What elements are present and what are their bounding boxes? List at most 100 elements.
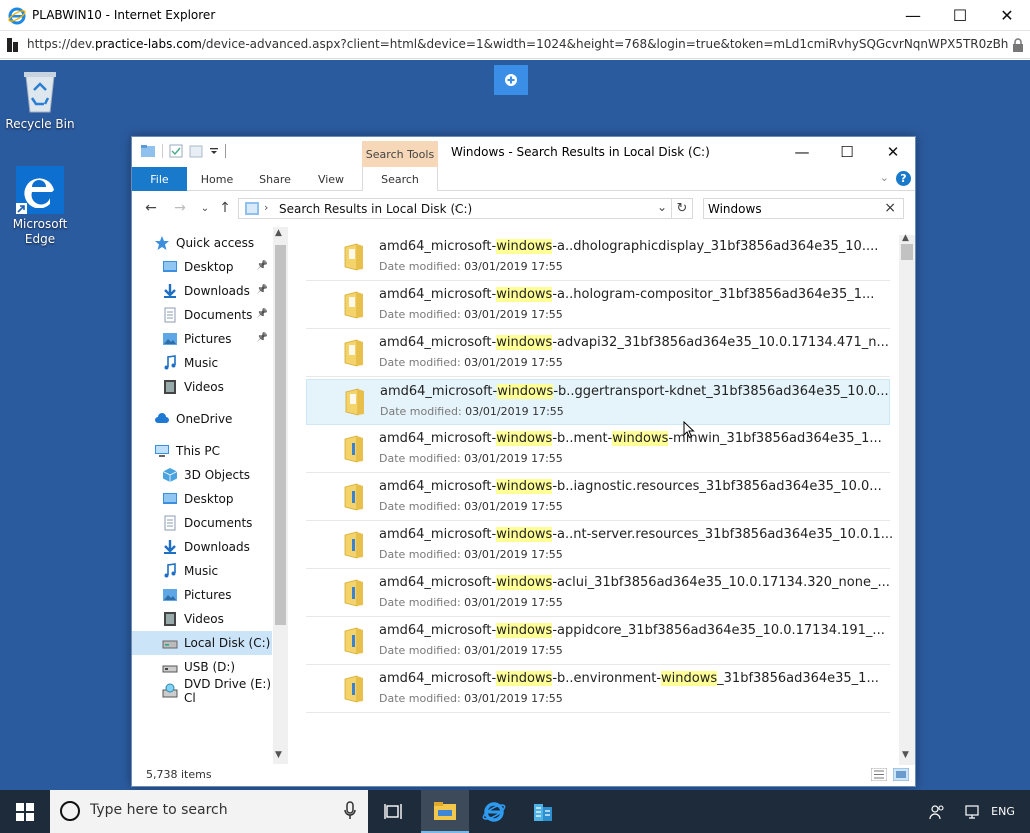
breadcrumb-location[interactable]: Search Results in Local Disk (C:) [279, 202, 472, 216]
tab-share[interactable]: Share [248, 167, 302, 191]
file-row[interactable]: amd64_microsoft-windows-a..nt-server.res… [306, 523, 892, 569]
taskbar-server-manager[interactable] [519, 790, 567, 833]
sidebar-item-local-disk-c[interactable]: Local Disk (C:) [132, 631, 272, 655]
sidebar-item-pictures[interactable]: Pictures 📌 [132, 327, 272, 351]
sidebar-item-documents[interactable]: Documents [132, 511, 272, 535]
microphone-icon[interactable] [344, 801, 356, 821]
file-row[interactable]: amd64_microsoft-windows-b..environment-w… [306, 667, 890, 713]
refresh-icon[interactable]: ↻ [672, 198, 693, 219]
large-icons-view-icon[interactable] [893, 768, 909, 781]
folder-icon [344, 243, 363, 271]
network-button[interactable] [958, 790, 988, 833]
tab-file[interactable]: File [132, 167, 187, 191]
file-list-scrollbar[interactable] [899, 235, 915, 765]
language-indicator[interactable]: ENG [988, 790, 1018, 833]
task-view-button[interactable] [370, 790, 418, 833]
customize-dropdown-icon[interactable] [209, 144, 219, 158]
details-view-icon[interactable] [871, 768, 887, 781]
file-list-scrollbar-thumb[interactable] [901, 244, 913, 260]
download-icon [162, 283, 178, 299]
expand-ribbon-icon[interactable]: ⌄ [880, 171, 889, 184]
ribbon-tabs: File Home Share View Search ⌄ ? [132, 167, 915, 191]
maximize-button[interactable]: ☐ [937, 0, 983, 31]
recent-locations-icon[interactable]: ⌄ [194, 198, 216, 218]
pin-icon[interactable]: 📌 [257, 261, 268, 271]
scroll-down-icon[interactable]: ▼ [275, 750, 282, 760]
sidebar-item-quick-access[interactable]: Quick access [132, 231, 272, 255]
desktop-icon-edge[interactable]: Microsoft Edge [0, 166, 80, 247]
sidebar-item-desktop[interactable]: Desktop [132, 487, 272, 511]
server-manager-icon [534, 803, 552, 821]
pin-icon[interactable]: 📌 [257, 333, 268, 343]
explorer-minimize-button[interactable]: — [779, 137, 825, 167]
folder-icon [344, 339, 363, 367]
folder-icon[interactable] [140, 144, 156, 158]
scroll-up-icon[interactable]: ▲ [275, 228, 282, 238]
tab-view[interactable]: View [305, 167, 357, 191]
search-results-icon [245, 202, 259, 215]
tab-search[interactable]: Search [362, 167, 438, 191]
people-button[interactable] [922, 790, 952, 833]
sidebar-item-pictures[interactable]: Pictures [132, 583, 272, 607]
tab-home[interactable]: Home [190, 167, 244, 191]
lock-icon[interactable] [1012, 38, 1024, 52]
sidebar-item-downloads[interactable]: Downloads [132, 535, 272, 559]
navigation-scrollbar-thumb[interactable] [275, 245, 286, 625]
date-modified-value: 03/01/2019 17:55 [464, 692, 563, 705]
taskbar-search-input[interactable]: Type here to search [50, 790, 368, 833]
sidebar-item-usb-d[interactable]: USB (D:) [132, 655, 272, 679]
sidebar-item-3d-objects[interactable]: 3D Objects [132, 463, 272, 487]
address-bar[interactable]: https://dev.practice-labs.com/device-adv… [0, 31, 1030, 59]
address-dropdown-icon[interactable]: ⌄ [657, 200, 667, 214]
breadcrumb-chevron-icon[interactable]: › [454, 201, 458, 214]
list-scroll-up-icon[interactable]: ▲ [902, 233, 909, 243]
name-middle: -b..ment- [552, 431, 613, 446]
sidebar-item-music[interactable]: Music [132, 559, 272, 583]
file-row[interactable]: amd64_microsoft-windows-appidcore_31bf38… [306, 619, 890, 665]
sidebar-item-downloads[interactable]: Downloads 📌 [132, 279, 272, 303]
forward-arrow-icon[interactable]: → [169, 198, 191, 218]
pin-icon[interactable]: 📌 [257, 285, 268, 295]
search-input[interactable]: Windows × [703, 198, 904, 219]
up-arrow-icon[interactable]: ↑ [214, 198, 236, 218]
file-row[interactable]: amd64_microsoft-windows-a..dholographicd… [306, 235, 890, 281]
file-row[interactable]: amd64_microsoft-windows-b..iagnostic.res… [306, 475, 890, 521]
explorer-close-button[interactable]: ✕ [870, 137, 916, 167]
pin-icon[interactable]: 📌 [257, 309, 268, 319]
sidebar-item-dvd-drive-e-cl[interactable]: DVD Drive (E:) Cl [132, 677, 272, 705]
sidebar-item-onedrive[interactable]: OneDrive [132, 407, 272, 431]
new-folder-icon[interactable] [189, 144, 203, 158]
file-explorer-window: Search Tools Windows - Search Results in… [131, 136, 916, 787]
explorer-maximize-button[interactable]: ☐ [824, 137, 870, 167]
sidebar-item-desktop[interactable]: Desktop 📌 [132, 255, 272, 279]
taskbar-file-explorer[interactable] [421, 790, 469, 833]
toolbar-divider [162, 144, 163, 158]
taskbar-internet-explorer[interactable] [470, 790, 518, 833]
file-row[interactable]: amd64_microsoft-windows-a..hologram-comp… [306, 283, 890, 329]
desktop-icon-recycle-bin[interactable]: Recycle Bin [0, 68, 80, 132]
back-arrow-icon[interactable]: ← [140, 198, 162, 218]
help-icon[interactable]: ? [896, 171, 911, 186]
sidebar-item-this-pc[interactable]: This PC [132, 439, 272, 463]
sidebar-item-label: Desktop [184, 492, 234, 506]
sidebar-item-videos[interactable]: Videos [132, 375, 272, 399]
properties-icon[interactable] [169, 144, 183, 158]
sidebar-item-music[interactable]: Music [132, 351, 272, 375]
list-scroll-down-icon[interactable]: ▼ [902, 750, 909, 760]
sidebar-item-videos[interactable]: Videos [132, 607, 272, 631]
file-row[interactable]: amd64_microsoft-windows-aclui_31bf3856ad… [306, 571, 890, 617]
file-row[interactable]: amd64_microsoft-windows-b..ment-windows-… [306, 427, 890, 473]
sidebar-item-label: Quick access [176, 236, 255, 250]
breadcrumb[interactable]: › Search Results in Local Disk (C:) › ⌄ [238, 198, 672, 219]
minimize-button[interactable]: — [890, 0, 936, 31]
sidebar-item-documents[interactable]: Documents 📌 [132, 303, 272, 327]
music-icon [162, 563, 178, 579]
start-button[interactable] [0, 790, 50, 833]
clear-search-icon[interactable]: × [884, 200, 896, 216]
breadcrumb-separator-icon[interactable]: › [264, 201, 268, 214]
close-button[interactable]: ✕ [984, 0, 1030, 31]
file-row[interactable]: amd64_microsoft-windows-advapi32_31bf385… [306, 331, 890, 377]
file-row[interactable]: amd64_microsoft-windows-b..ggertransport… [306, 379, 890, 425]
url-text[interactable]: https://dev.practice-labs.com/device-adv… [27, 37, 1009, 51]
remote-toolbar-button[interactable] [494, 65, 528, 95]
